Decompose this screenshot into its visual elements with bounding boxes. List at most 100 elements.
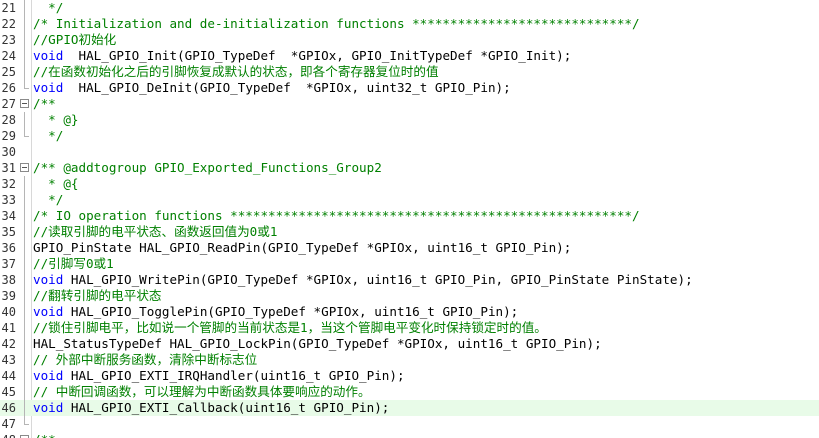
code-text: void HAL_GPIO_Init(GPIO_TypeDef *GPIOx, …	[33, 48, 571, 64]
line-number: 30	[1, 145, 16, 159]
keyword-token: void	[33, 400, 64, 415]
line-number: 35	[1, 225, 16, 239]
code-token: HAL_GPIO_TogglePin(GPIO_TypeDef *GPIOx, …	[63, 304, 519, 319]
line-number: 36	[1, 241, 16, 255]
code-line[interactable]: 41 //锁住引脚电平，比如说一个管脚的当前状态是1，当这个管脚电平变化时保持锁定…	[0, 320, 819, 336]
line-number: 33	[1, 193, 16, 207]
comment-text: //在函数初始化之后的引脚恢复成默认的状态，即各个寄存器复位时的值	[33, 64, 439, 79]
keyword-token: void	[33, 80, 64, 95]
code-line[interactable]: 38 void HAL_GPIO_WritePin(GPIO_TypeDef *G…	[0, 272, 819, 288]
line-number: 25	[1, 65, 16, 79]
code-text: void HAL_GPIO_WritePin(GPIO_TypeDef *GPI…	[33, 272, 693, 288]
code-line[interactable]: 44 void HAL_GPIO_EXTI_IRQHandler(uint16_t…	[0, 368, 819, 384]
code-area[interactable]: 21 */22/* Initialization and de-initiali…	[0, 0, 819, 438]
comment-text: //锁住引脚电平，比如说一个管脚的当前状态是1，当这个管脚电平变化时保持锁定时的…	[33, 320, 547, 335]
line-number: 44	[1, 369, 16, 383]
comment-text: /* Initialization and de-initialization …	[33, 16, 640, 31]
fold-guide	[24, 400, 25, 416]
comment-text: /* IO operation functions **************…	[33, 208, 640, 223]
line-number: 41	[1, 321, 16, 335]
code-line[interactable]: 25 //在函数初始化之后的引脚恢复成默认的状态，即各个寄存器复位时的值	[0, 64, 819, 80]
code-text: HAL_StatusTypeDef HAL_GPIO_LockPin(GPIO_…	[33, 336, 602, 351]
code-line[interactable]: 36 GPIO_PinState HAL_GPIO_ReadPin(GPIO_Ty…	[0, 240, 819, 256]
code-line[interactable]: 42 HAL_StatusTypeDef HAL_GPIO_LockPin(GPI…	[0, 336, 819, 352]
code-line[interactable]: 23 //GPIO初始化	[0, 32, 819, 48]
code-line[interactable]: 22 /* Initialization and de-initializatio…	[0, 16, 819, 32]
fold-toggle-icon[interactable]	[20, 163, 29, 172]
line-number: 21	[1, 1, 16, 15]
code-line[interactable]: 45 // 中断回调函数，可以理解为中断函数具体要响应的动作。	[0, 384, 819, 400]
code-token: HAL_GPIO_Init(GPIO_TypeDef *GPIOx, GPIO_…	[63, 48, 572, 63]
fold-guide	[24, 64, 25, 80]
fold-guide	[24, 336, 25, 352]
code-line[interactable]: 37 //引脚写0或1	[0, 256, 819, 272]
comment-text: /**	[33, 96, 56, 111]
comment-text: */	[33, 192, 64, 207]
line-number: 26	[1, 81, 16, 95]
fold-guide	[24, 32, 25, 48]
line-number: 45	[1, 385, 16, 399]
fold-guide	[24, 256, 25, 272]
line-number: 40	[1, 305, 16, 319]
comment-text: */	[33, 0, 64, 15]
line-number: 48	[0, 432, 16, 438]
comment-text: * @{	[33, 176, 79, 191]
line-number: 39	[1, 289, 16, 303]
code-line[interactable]: 46 void HAL_GPIO_EXTI_Callback(uint16_t G…	[0, 400, 819, 416]
code-line[interactable]: 31 /** @addtogroup GPIO_Exported_Function…	[0, 160, 819, 176]
fold-guide	[24, 16, 25, 32]
comment-text: // 外部中断服务函数，清除中断标志位	[33, 352, 258, 367]
fold-end-marker	[24, 80, 29, 89]
line-number: 34	[1, 209, 16, 223]
line-number: 29	[1, 129, 16, 143]
code-line[interactable]: 30	[0, 144, 819, 160]
keyword-token: void	[33, 272, 64, 287]
code-text: GPIO_PinState HAL_GPIO_ReadPin(GPIO_Type…	[33, 240, 572, 255]
code-line[interactable]: 34 /* IO operation functions ************…	[0, 208, 819, 224]
code-line[interactable]: 28 * @}	[0, 112, 819, 128]
code-token: HAL_GPIO_EXTI_Callback(uint16_t GPIO_Pin…	[63, 400, 390, 415]
code-line[interactable]: 43 // 外部中断服务函数，清除中断标志位	[0, 352, 819, 368]
fold-guide	[24, 352, 25, 368]
comment-text: /**	[33, 432, 56, 438]
code-line[interactable]: 26 void HAL_GPIO_DeInit(GPIO_TypeDef *GPI…	[0, 80, 819, 96]
code-line[interactable]: 48 /**	[0, 432, 819, 438]
fold-guide	[24, 48, 25, 64]
comment-text: // 中断回调函数，可以理解为中断函数具体要响应的动作。	[33, 384, 371, 399]
line-number: 37	[1, 257, 16, 271]
fold-guide	[24, 176, 25, 192]
line-number: 46	[1, 401, 16, 415]
code-token: HAL_GPIO_WritePin(GPIO_TypeDef *GPIOx, u…	[63, 272, 693, 287]
code-text: void HAL_GPIO_EXTI_IRQHandler(uint16_t G…	[33, 368, 405, 384]
line-number: 27	[1, 97, 16, 111]
fold-guide	[24, 240, 25, 256]
code-line[interactable]: 21 */	[0, 0, 819, 16]
comment-text: //引脚写0或1	[33, 256, 114, 271]
comment-text: //GPIO初始化	[33, 32, 117, 47]
line-number: 38	[1, 273, 16, 287]
code-line[interactable]: 27 /**	[0, 96, 819, 112]
code-text: void HAL_GPIO_DeInit(GPIO_TypeDef *GPIOx…	[33, 80, 511, 96]
code-token: HAL_GPIO_EXTI_IRQHandler(uint16_t GPIO_P…	[63, 368, 405, 383]
fold-guide	[24, 288, 25, 304]
fold-guide	[24, 272, 25, 288]
fold-toggle-icon[interactable]	[20, 99, 29, 108]
code-line[interactable]: 24 void HAL_GPIO_Init(GPIO_TypeDef *GPIOx…	[0, 48, 819, 64]
code-line[interactable]: 39 //翻转引脚的电平状态	[0, 288, 819, 304]
line-number: 47	[1, 417, 16, 431]
line-number: 22	[1, 17, 16, 31]
comment-text: //读取引脚的电平状态、函数返回值为0或1	[33, 224, 278, 239]
line-number: 32	[1, 177, 16, 191]
code-line[interactable]: 32 * @{	[0, 176, 819, 192]
fold-guide	[24, 368, 25, 384]
code-token: HAL_GPIO_DeInit(GPIO_TypeDef *GPIOx, uin…	[63, 80, 511, 95]
code-line[interactable]: 33 */	[0, 192, 819, 208]
line-number: 31	[1, 161, 16, 175]
line-number: 42	[1, 337, 16, 351]
code-line[interactable]: 35 //读取引脚的电平状态、函数返回值为0或1	[0, 224, 819, 240]
code-line[interactable]: 29 */	[0, 128, 819, 144]
code-editor[interactable]: 21 */22/* Initialization and de-initiali…	[0, 0, 819, 438]
code-line[interactable]: 47	[0, 416, 819, 432]
code-line[interactable]: 40 void HAL_GPIO_TogglePin(GPIO_TypeDef *…	[0, 304, 819, 320]
comment-text: */	[33, 128, 64, 143]
